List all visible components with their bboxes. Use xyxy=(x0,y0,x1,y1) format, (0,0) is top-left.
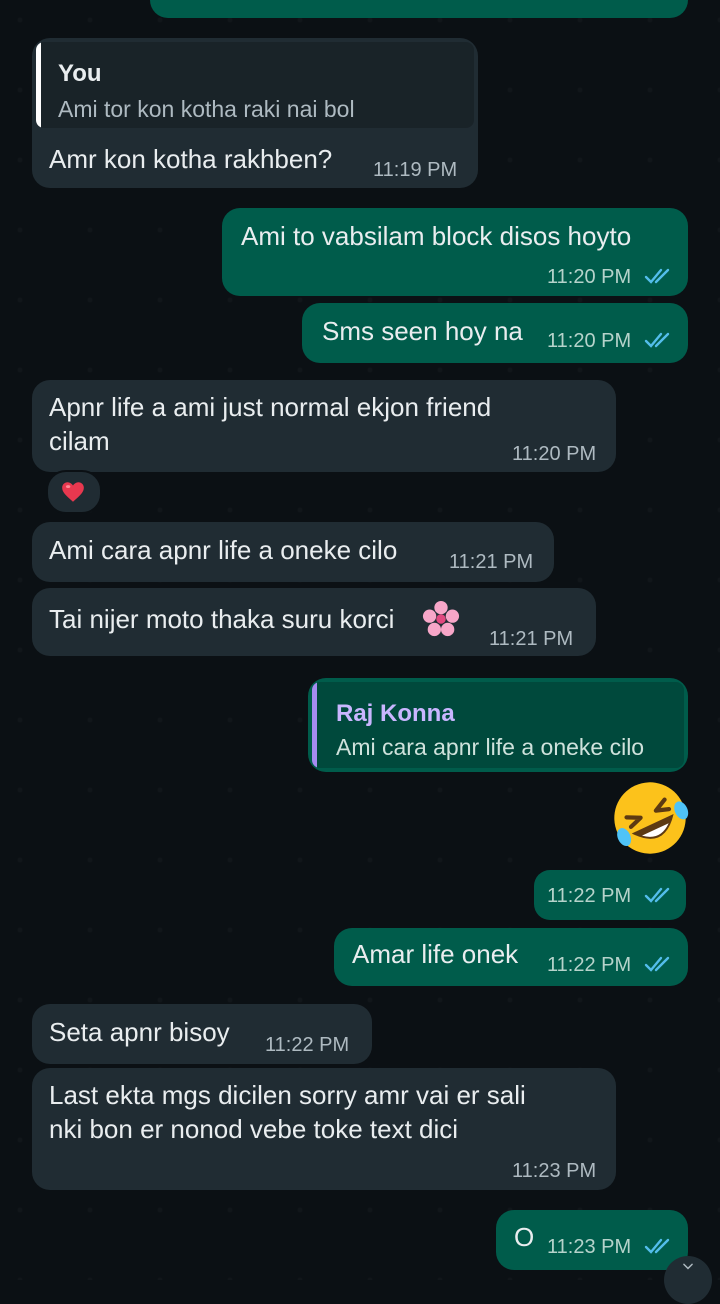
quote-text: Ami cara apnr life a oneke cilo xyxy=(336,734,645,760)
message-time: 11:22 PM xyxy=(547,954,632,976)
heart-emoji xyxy=(62,482,84,502)
sticker-time-pill: 11:22 PM xyxy=(534,870,686,920)
message-text: Ami to vabsilam block disos hoyto xyxy=(241,221,632,251)
message-text-line: cilam xyxy=(49,426,110,456)
message-text-line: Apnr life a ami just normal ekjon friend xyxy=(49,392,492,422)
message-text: Amar life onek xyxy=(352,939,519,969)
message-bubble-incoming[interactable]: Ami cara apnr life a oneke cilo 11:21 PM xyxy=(32,522,554,582)
quote-sender-name: You xyxy=(58,60,102,87)
message-bubble-incoming[interactable]: You Ami tor kon kotha raki nai bol Amr k… xyxy=(32,38,478,188)
message-text: Ami cara apnr life a oneke cilo xyxy=(49,535,398,565)
message-time: 11:19 PM xyxy=(373,159,458,181)
chevron-down-icon xyxy=(683,1263,693,1270)
message-bubble-outgoing[interactable]: Raj Konna Ami cara apnr life a oneke cil… xyxy=(308,678,688,772)
message-time: 11:23 PM xyxy=(547,1236,632,1258)
quote-sender-name: Raj Konna xyxy=(336,700,455,727)
reaction-badge[interactable] xyxy=(46,470,102,514)
read-ticks-icon xyxy=(644,332,670,348)
quoted-reply[interactable]: Raj Konna Ami cara apnr life a oneke cil… xyxy=(312,682,684,768)
message-bubble-incoming[interactable]: Seta apnr bisoy 11:22 PM xyxy=(32,1004,372,1064)
message-time: 11:22 PM xyxy=(265,1034,350,1056)
quote-text: Ami tor kon kotha raki nai bol xyxy=(58,96,355,122)
message-bubble-incoming[interactable]: Tai nijer moto thaka suru korci 11:21 PM xyxy=(32,588,596,656)
message-time: 11:20 PM xyxy=(547,330,632,352)
message-bubble-incoming[interactable]: Last ekta mgs dicilen sorry amr vai er s… xyxy=(32,1068,616,1190)
message-time: 11:20 PM xyxy=(547,266,632,288)
message-bubble-outgoing[interactable]: O 11:23 PM xyxy=(496,1210,688,1270)
read-ticks-icon xyxy=(644,956,670,972)
message-text: Seta apnr bisoy xyxy=(49,1017,230,1047)
message-text-line: nki bon er nonod vebe toke text dici xyxy=(49,1114,459,1144)
chat-background: You Ami tor kon kotha raki nai bol Amr k… xyxy=(0,0,720,1304)
message-text: O xyxy=(514,1222,535,1252)
message-time: 11:23 PM xyxy=(512,1160,597,1182)
quoted-reply[interactable]: You Ami tor kon kotha raki nai bol xyxy=(36,42,474,128)
read-ticks-icon xyxy=(644,268,670,284)
message-text: Tai nijer moto thaka suru korci xyxy=(49,604,395,634)
message-bubble-outgoing[interactable]: Amar life onek 11:22 PM xyxy=(334,928,688,986)
rolling-on-floor-laughing-emoji[interactable] xyxy=(608,776,692,860)
message-bubble-outgoing[interactable]: Ami to vabsilam block disos hoyto 11:20 … xyxy=(222,208,688,296)
message-text: Sms seen hoy na xyxy=(322,316,523,346)
message-bubble-partial[interactable] xyxy=(150,0,688,18)
message-time: 11:21 PM xyxy=(489,628,574,650)
message-time: 11:21 PM xyxy=(449,551,534,573)
message-text: Amr kon kotha rakhben? xyxy=(49,144,333,174)
message-bubble-outgoing[interactable]: Sms seen hoy na 11:20 PM xyxy=(302,303,688,363)
message-time: 11:20 PM xyxy=(512,443,597,465)
read-ticks-icon xyxy=(644,887,670,903)
quote-bar xyxy=(36,42,41,128)
scroll-down-button[interactable] xyxy=(664,1256,712,1304)
message-bubble-incoming[interactable]: Apnr life a ami just normal ekjon friend… xyxy=(32,380,616,472)
message-text-line: Last ekta mgs dicilen sorry amr vai er s… xyxy=(49,1080,526,1110)
cherry-blossom-emoji xyxy=(422,600,460,637)
quote-bar xyxy=(312,682,317,768)
read-ticks-icon xyxy=(644,1238,670,1254)
message-time: 11:22 PM xyxy=(547,885,632,907)
